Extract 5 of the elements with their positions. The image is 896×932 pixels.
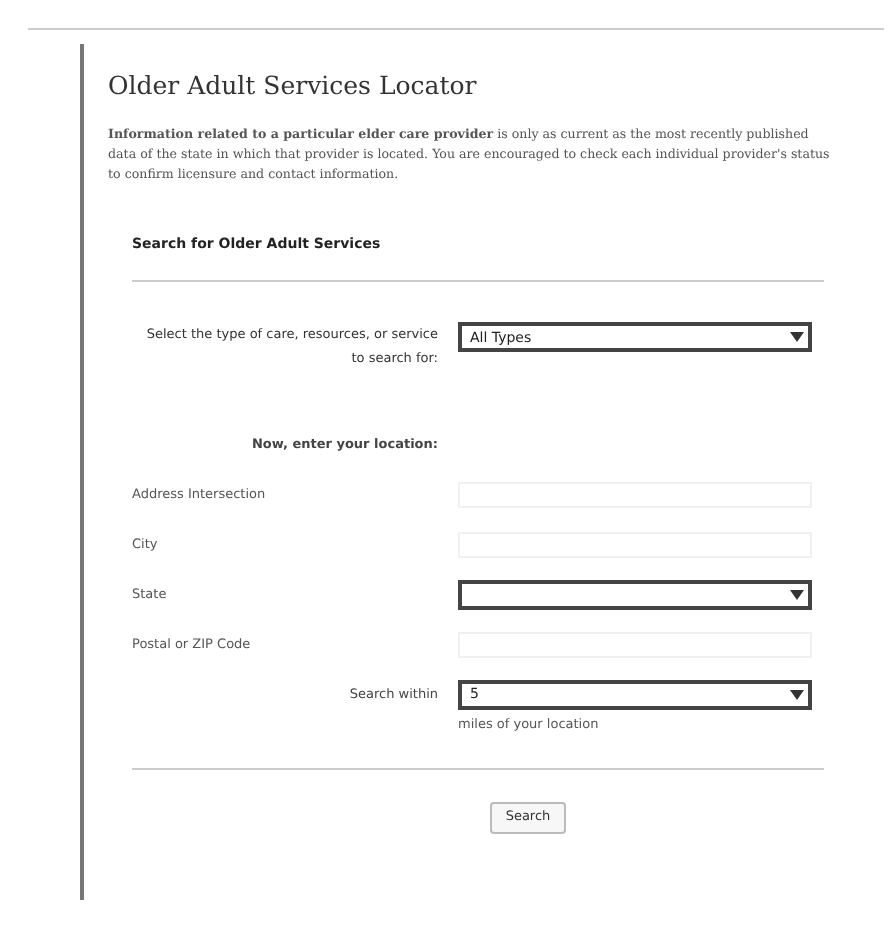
- caret-icon: [790, 590, 804, 600]
- dropdown-field[interactable]: [458, 580, 812, 610]
- page-title: Older Adult Services Locator: [108, 68, 479, 104]
- caret-icon: [790, 332, 804, 343]
- caret-icon: [790, 690, 804, 700]
